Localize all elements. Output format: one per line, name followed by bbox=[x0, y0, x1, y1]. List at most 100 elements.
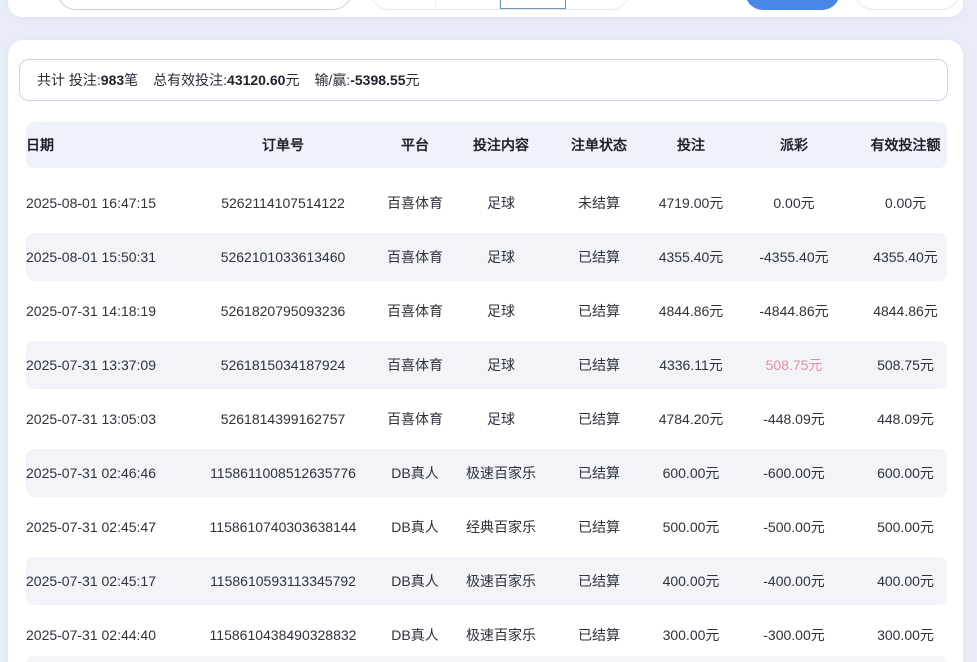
cell-valid: 600.00元 bbox=[864, 463, 947, 483]
toolbar-segment-2[interactable] bbox=[436, 0, 501, 9]
column-header-payout: 派彩 bbox=[724, 135, 864, 155]
cell-payout: -4844.86元 bbox=[724, 301, 864, 321]
table-row[interactable]: 2025-08-01 15:50:315262101033613460百喜体育足… bbox=[26, 230, 947, 284]
cell-content: 足球 bbox=[462, 409, 540, 429]
cell-status: 已结算 bbox=[540, 355, 658, 375]
cell-date: 2025-07-31 02:45:17 bbox=[26, 573, 198, 589]
cell-payout: -400.00元 bbox=[724, 571, 864, 591]
cell-content: 足球 bbox=[462, 301, 540, 321]
cell-payout: 0.00元 bbox=[724, 193, 864, 213]
cell-content: 极速百家乐 bbox=[462, 571, 540, 591]
cell-bet: 400.00元 bbox=[658, 571, 724, 591]
cell-content: 经典百家乐 bbox=[462, 517, 540, 537]
cell-valid: 508.75元 bbox=[864, 355, 947, 375]
cell-bet: 300.00元 bbox=[658, 625, 724, 645]
cell-order: 1158611008512635776 bbox=[198, 465, 368, 481]
toolbar-segment-1[interactable] bbox=[371, 0, 436, 9]
cell-status: 已结算 bbox=[540, 247, 658, 267]
primary-action-button[interactable] bbox=[745, 0, 840, 10]
toolbar-segment-4[interactable] bbox=[566, 0, 630, 9]
cell-order: 1158610438490328832 bbox=[198, 627, 368, 643]
cell-payout: -4355.40元 bbox=[724, 247, 864, 267]
summary-total-count: 983 bbox=[101, 72, 124, 88]
cell-platform: 百喜体育 bbox=[368, 355, 462, 375]
cell-status: 未结算 bbox=[540, 193, 658, 213]
table-row[interactable]: 2025-07-31 02:45:471158610740303638144DB… bbox=[26, 500, 947, 554]
toolbar-segment-group bbox=[370, 0, 630, 10]
cell-content: 极速百家乐 bbox=[462, 625, 540, 645]
table-row[interactable]: 2025-07-31 13:05:035261814399162757百喜体育足… bbox=[26, 392, 947, 446]
page: 共计 投注:983笔 总有效投注:43120.60元 输/赢:-5398.55元… bbox=[0, 0, 977, 662]
cell-content: 足球 bbox=[462, 193, 540, 213]
cell-order: 5261814399162757 bbox=[198, 411, 368, 427]
cell-content: 足球 bbox=[462, 355, 540, 375]
cell-platform: 百喜体育 bbox=[368, 409, 462, 429]
cell-bet: 4336.11元 bbox=[658, 355, 724, 375]
cell-date: 2025-07-31 02:46:46 bbox=[26, 465, 198, 481]
table-row[interactable]: 2025-07-31 02:46:461158611008512635776DB… bbox=[26, 446, 947, 500]
summary-winloss-amount: -5398.55 bbox=[350, 72, 405, 88]
cell-bet: 4355.40元 bbox=[658, 247, 724, 267]
cell-order: 5262101033613460 bbox=[198, 249, 368, 265]
cell-order: 1158610593113345792 bbox=[198, 573, 368, 589]
cell-order: 5262114107514122 bbox=[198, 195, 368, 211]
cell-platform: DB真人 bbox=[368, 571, 462, 591]
cell-valid: 500.00元 bbox=[864, 517, 947, 537]
table-row[interactable]: 2025-07-31 02:45:171158610593113345792DB… bbox=[26, 554, 947, 608]
cell-valid: 4355.40元 bbox=[864, 247, 947, 267]
table-row[interactable]: 2025-07-31 13:37:095261815034187924百喜体育足… bbox=[26, 338, 947, 392]
table-row[interactable]: 2025-07-31 14:18:195261820795093236百喜体育足… bbox=[26, 284, 947, 338]
summary-total-label: 共计 投注: bbox=[37, 72, 101, 88]
column-header-order: 订单号 bbox=[198, 135, 368, 155]
cell-payout: -600.00元 bbox=[724, 463, 864, 483]
table-body: 2025-08-01 16:47:155262114107514122百喜体育足… bbox=[26, 176, 947, 662]
cell-status: 已结算 bbox=[540, 301, 658, 321]
bet-records-table: 日期订单号平台投注内容注单状态投注派彩有效投注额 2025-08-01 16:4… bbox=[26, 122, 947, 662]
secondary-action-button[interactable] bbox=[855, 0, 960, 10]
table-row[interactable]: 2025-07-31 02:44:401158610438490328832DB… bbox=[26, 608, 947, 662]
cell-valid: 400.00元 bbox=[864, 571, 947, 591]
search-input[interactable] bbox=[57, 0, 352, 10]
cell-order: 1158610740303638144 bbox=[198, 519, 368, 535]
cell-status: 已结算 bbox=[540, 625, 658, 645]
cell-date: 2025-07-31 13:05:03 bbox=[26, 411, 198, 427]
cell-valid: 0.00元 bbox=[864, 193, 947, 213]
summary-bar: 共计 投注:983笔 总有效投注:43120.60元 输/赢:-5398.55元 bbox=[19, 59, 948, 101]
cell-platform: DB真人 bbox=[368, 517, 462, 537]
column-header-platform: 平台 bbox=[368, 135, 462, 155]
cell-status: 已结算 bbox=[540, 571, 658, 591]
cell-content: 极速百家乐 bbox=[462, 463, 540, 483]
table-row[interactable]: 2025-08-01 16:47:155262114107514122百喜体育足… bbox=[26, 176, 947, 230]
summary-total-unit: 笔 bbox=[124, 72, 138, 88]
cell-valid: 300.00元 bbox=[864, 625, 947, 645]
cell-platform: 百喜体育 bbox=[368, 301, 462, 321]
cell-content: 足球 bbox=[462, 247, 540, 267]
summary-valid-bets: 总有效投注:43120.60元 bbox=[153, 70, 299, 90]
summary-winloss-unit: 元 bbox=[406, 72, 420, 88]
summary-valid-unit: 元 bbox=[285, 72, 299, 88]
cell-date: 2025-07-31 14:18:19 bbox=[26, 303, 198, 319]
cell-date: 2025-08-01 15:50:31 bbox=[26, 249, 198, 265]
cell-date: 2025-08-01 16:47:15 bbox=[26, 195, 198, 211]
cell-status: 已结算 bbox=[540, 463, 658, 483]
summary-winloss: 输/赢:-5398.55元 bbox=[314, 70, 419, 90]
cell-payout: 508.75元 bbox=[724, 355, 864, 375]
summary-valid-label: 总有效投注: bbox=[153, 72, 227, 88]
cell-order: 5261820795093236 bbox=[198, 303, 368, 319]
cell-date: 2025-07-31 02:45:47 bbox=[26, 519, 198, 535]
cell-order: 5261815034187924 bbox=[198, 357, 368, 373]
cell-bet: 500.00元 bbox=[658, 517, 724, 537]
column-header-status: 注单状态 bbox=[540, 135, 658, 155]
table-row-partial[interactable] bbox=[26, 656, 947, 662]
toolbar-segment-3-selected[interactable] bbox=[500, 0, 566, 9]
cell-platform: 百喜体育 bbox=[368, 193, 462, 213]
cell-platform: DB真人 bbox=[368, 463, 462, 483]
cell-status: 已结算 bbox=[540, 409, 658, 429]
cell-date: 2025-07-31 02:44:40 bbox=[26, 627, 198, 643]
cell-bet: 600.00元 bbox=[658, 463, 724, 483]
column-header-date: 日期 bbox=[26, 135, 198, 155]
cell-date: 2025-07-31 13:37:09 bbox=[26, 357, 198, 373]
cell-status: 已结算 bbox=[540, 517, 658, 537]
cell-payout: -448.09元 bbox=[724, 409, 864, 429]
cell-valid: 448.09元 bbox=[864, 409, 947, 429]
